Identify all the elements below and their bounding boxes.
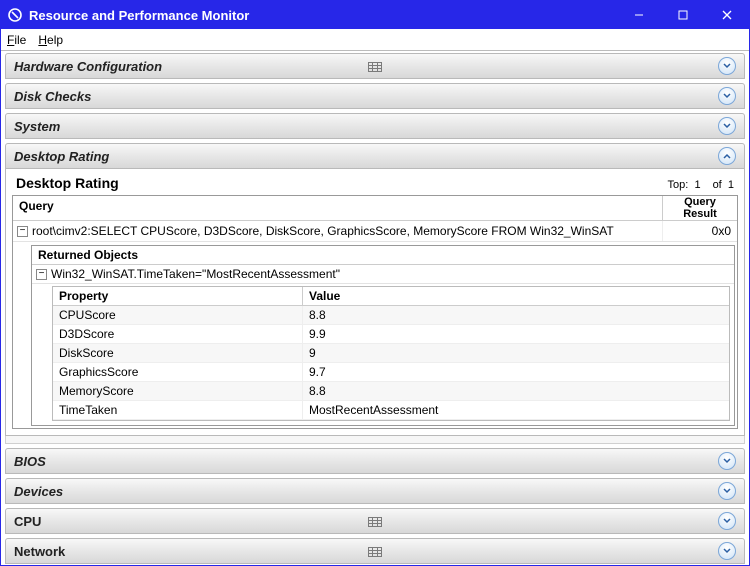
tree-collapse-icon[interactable]: −: [17, 226, 28, 237]
expand-button[interactable]: [718, 57, 736, 75]
expand-button[interactable]: [718, 482, 736, 500]
grid-icon: [368, 61, 382, 71]
section-title: Disk Checks: [14, 89, 91, 104]
table-row: DiskScore 9: [53, 344, 729, 363]
section-title: Desktop Rating: [14, 149, 109, 164]
query-text: root\cimv2:SELECT CPUScore, D3DScore, Di…: [32, 224, 614, 238]
top-value: 1: [694, 179, 700, 191]
property-value: 8.8: [303, 382, 729, 400]
menu-help-label: elp: [47, 33, 63, 47]
collapse-button[interactable]: [718, 147, 736, 165]
returned-object-row: − Win32_WinSAT.TimeTaken="MostRecentAsse…: [32, 265, 734, 284]
section-bios[interactable]: BIOS: [5, 448, 745, 474]
maximize-button[interactable]: [661, 1, 705, 29]
app-icon: [7, 7, 23, 23]
panel-title: Desktop Rating: [16, 175, 119, 191]
minimize-button[interactable]: [617, 1, 661, 29]
property-value: MostRecentAssessment: [303, 401, 729, 419]
top-label: Top:: [668, 179, 689, 191]
section-title: Devices: [14, 484, 63, 499]
section-desktop-rating[interactable]: Desktop Rating: [5, 143, 745, 169]
table-row: MemoryScore 8.8: [53, 382, 729, 401]
window-title: Resource and Performance Monitor: [29, 8, 617, 23]
section-hardware-configuration[interactable]: Hardware Configuration: [5, 53, 745, 79]
close-button[interactable]: [705, 1, 749, 29]
property-table-header: Property Value: [53, 287, 729, 306]
panel-title-row: Desktop Rating Top: 1 of 1: [12, 173, 738, 195]
table-row: CPUScore 8.8: [53, 306, 729, 325]
menu-help[interactable]: Help: [38, 33, 63, 47]
query-text-cell: − root\cimv2:SELECT CPUScore, D3DScore, …: [13, 221, 663, 241]
section-title: System: [14, 119, 60, 134]
table-row: D3DScore 9.9: [53, 325, 729, 344]
returned-objects-header: Returned Objects: [32, 246, 734, 265]
menu-file[interactable]: File: [7, 33, 26, 47]
returned-object-text: Win32_WinSAT.TimeTaken="MostRecentAssess…: [51, 267, 340, 281]
query-result-header: Query Result: [663, 196, 737, 220]
section-disk-checks[interactable]: Disk Checks: [5, 83, 745, 109]
expand-button[interactable]: [718, 542, 736, 560]
of-label: of: [713, 179, 722, 191]
grid-icon: [368, 516, 382, 526]
section-cpu[interactable]: CPU: [5, 508, 745, 534]
titlebar: Resource and Performance Monitor: [1, 1, 749, 29]
property-name: GraphicsScore: [53, 363, 303, 381]
panel-footer-spacer: [5, 436, 745, 444]
property-name: MemoryScore: [53, 382, 303, 400]
expand-button[interactable]: [718, 452, 736, 470]
section-title: Network: [14, 544, 65, 559]
expand-button[interactable]: [718, 117, 736, 135]
returned-objects-block: Returned Objects − Win32_WinSAT.TimeTake…: [31, 245, 735, 426]
grid-icon: [368, 546, 382, 556]
query-table-header: Query Query Result: [13, 196, 737, 221]
query-result-cell: 0x0: [663, 221, 737, 241]
section-devices[interactable]: Devices: [5, 478, 745, 504]
desktop-rating-panel: Desktop Rating Top: 1 of 1 Query Query R…: [5, 169, 745, 436]
section-title: CPU: [14, 514, 41, 529]
menubar: File Help: [1, 29, 749, 51]
property-name: TimeTaken: [53, 401, 303, 419]
expand-button[interactable]: [718, 512, 736, 530]
property-header: Property: [53, 287, 303, 305]
section-title: BIOS: [14, 454, 46, 469]
section-network[interactable]: Network: [5, 538, 745, 564]
property-name: D3DScore: [53, 325, 303, 343]
property-value: 9.9: [303, 325, 729, 343]
top-info: Top: 1 of 1: [668, 179, 734, 191]
property-value: 8.8: [303, 306, 729, 324]
property-value: 9.7: [303, 363, 729, 381]
expand-button[interactable]: [718, 87, 736, 105]
table-row: TimeTaken MostRecentAssessment: [53, 401, 729, 420]
table-row: GraphicsScore 9.7: [53, 363, 729, 382]
query-header: Query: [13, 196, 663, 220]
value-header: Value: [303, 287, 729, 305]
property-name: DiskScore: [53, 344, 303, 362]
section-title: Hardware Configuration: [14, 59, 162, 74]
section-system[interactable]: System: [5, 113, 745, 139]
content-area: Hardware Configuration Disk Checks Syste…: [1, 51, 749, 565]
property-name: CPUScore: [53, 306, 303, 324]
query-row: − root\cimv2:SELECT CPUScore, D3DScore, …: [13, 221, 737, 242]
tree-collapse-icon[interactable]: −: [36, 269, 47, 280]
of-value: 1: [728, 179, 734, 191]
property-table: Property Value CPUScore 8.8 D3DScore 9.9…: [52, 286, 730, 421]
property-value: 9: [303, 344, 729, 362]
menu-file-label: ile: [14, 33, 26, 47]
query-table: Query Query Result − root\cimv2:SELECT C…: [12, 195, 738, 429]
